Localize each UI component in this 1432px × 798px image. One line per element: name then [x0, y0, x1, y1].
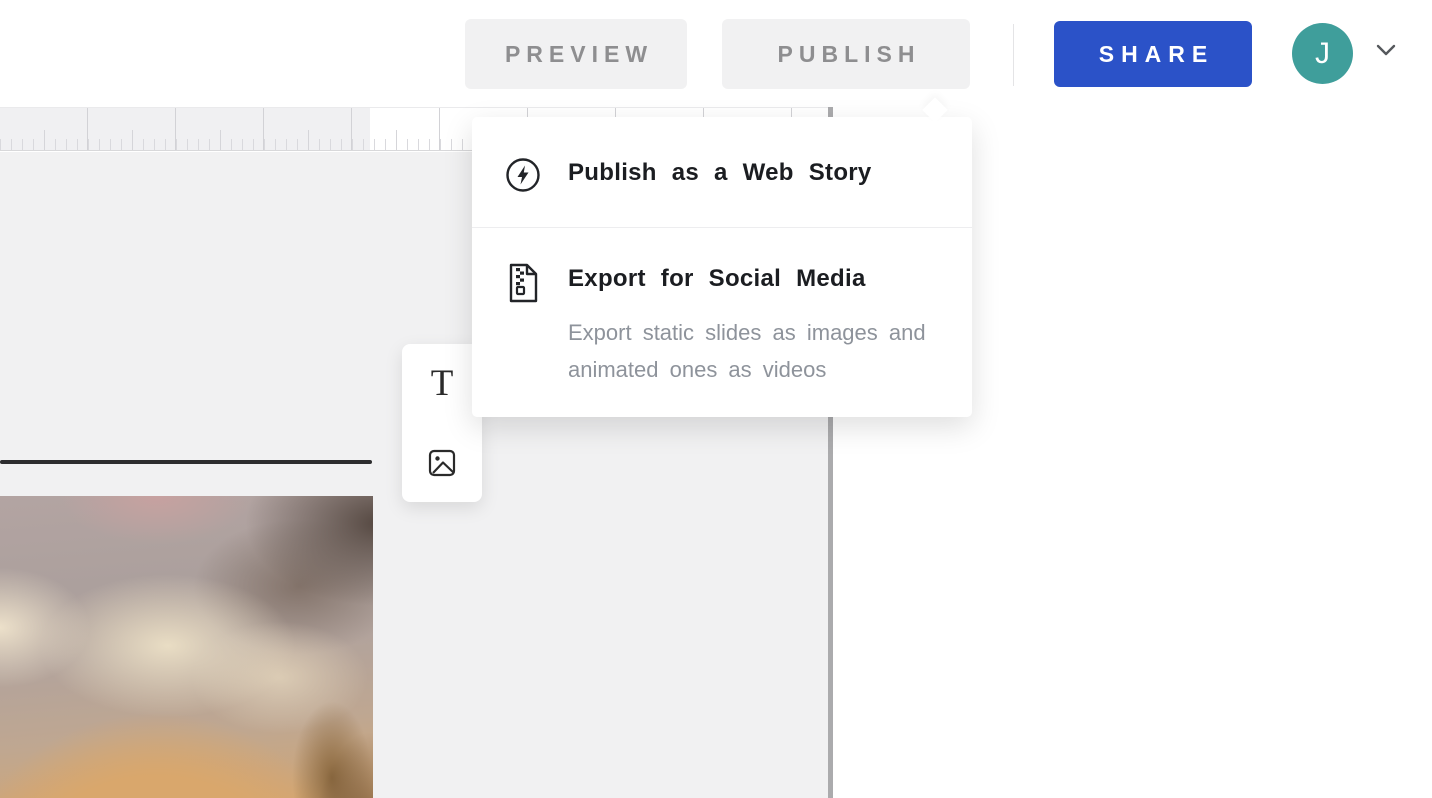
menu-item-title: Export for Social Media [568, 265, 866, 293]
image-tool-button[interactable] [402, 423, 482, 502]
dog-photo[interactable] [0, 496, 373, 798]
avatar[interactable]: J [1292, 23, 1353, 84]
publish-button[interactable]: PUBLISH [722, 19, 970, 89]
publish-menu: Publish as a Web Story Export for Social… [472, 117, 972, 417]
lightning-circle-icon [504, 156, 542, 194]
menu-item-export-social[interactable]: Export for Social Media Export static sl… [472, 262, 972, 392]
preview-button[interactable]: PREVIEW [465, 19, 687, 89]
text-tool-button[interactable]: T [402, 344, 482, 423]
divider-line-element[interactable] [0, 460, 372, 464]
chevron-down-icon[interactable] [1374, 42, 1398, 58]
tool-palette: T [402, 344, 482, 502]
zip-file-icon [504, 262, 542, 304]
top-bar: PREVIEW PUBLISH SHARE J [0, 0, 1432, 107]
menu-item-description: Export static slides as images and anima… [568, 314, 928, 388]
menu-item-title: Publish as a Web Story [568, 159, 872, 187]
text-tool-icon: T [431, 362, 454, 405]
image-icon [426, 447, 458, 479]
share-button[interactable]: SHARE [1054, 21, 1252, 87]
menu-item-publish-web-story[interactable]: Publish as a Web Story [472, 156, 972, 228]
